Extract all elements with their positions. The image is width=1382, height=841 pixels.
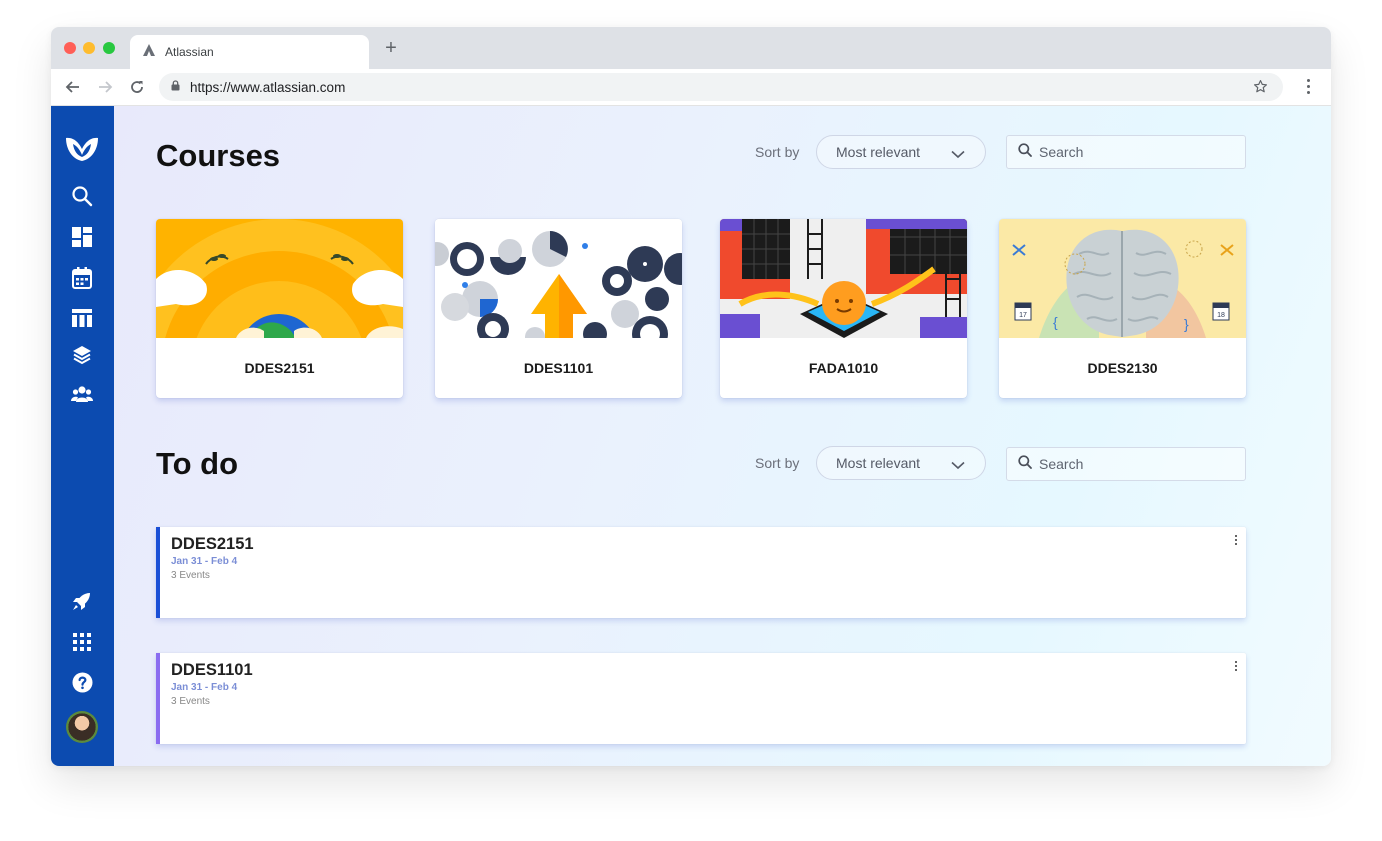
todo-item-title: DDES2151	[171, 535, 254, 553]
calendar-icon[interactable]	[70, 266, 94, 290]
layers-icon[interactable]	[70, 343, 94, 367]
courses-sort-select[interactable]: Most relevant	[816, 135, 986, 169]
course-code: DDES2130	[1087, 360, 1158, 376]
more-options-icon[interactable]	[1233, 661, 1239, 673]
search-icon	[1018, 454, 1032, 474]
courses-sort-value: Most relevant	[836, 144, 921, 160]
todo-item-events: 3 Events	[171, 696, 210, 707]
todo-item-dates: Jan 31 - Feb 4	[171, 682, 238, 693]
more-options-icon[interactable]	[1233, 535, 1239, 547]
courses-search-box[interactable]	[1006, 135, 1246, 169]
todo-item-events: 3 Events	[171, 570, 210, 581]
todo-accent-bar	[156, 653, 160, 744]
course-card[interactable]: FADA1010	[720, 219, 967, 398]
todo-sort-select[interactable]: Most relevant	[816, 446, 986, 480]
tab-title: Atlassian	[165, 45, 214, 59]
course-image	[435, 219, 682, 338]
courses-search-input[interactable]	[1039, 144, 1229, 160]
avatar[interactable]	[66, 711, 98, 743]
reload-icon[interactable]	[127, 77, 147, 97]
todo-search-box[interactable]	[1006, 447, 1246, 481]
rocket-icon[interactable]	[70, 589, 94, 613]
course-code: FADA1010	[808, 360, 879, 376]
tab-bar: Atlassian +	[51, 27, 1331, 69]
todo-item-dates: Jan 31 - Feb 4	[171, 556, 238, 567]
maximize-window-button[interactable]	[103, 42, 115, 54]
logo-icon[interactable]	[64, 135, 100, 163]
search-icon	[1018, 142, 1032, 162]
minimize-window-button[interactable]	[83, 42, 95, 54]
board-icon[interactable]	[70, 306, 94, 330]
browser-tab[interactable]: Atlassian	[130, 35, 369, 69]
help-icon[interactable]	[70, 670, 94, 694]
course-card[interactable]: 17 18 { } DDES2130	[999, 219, 1246, 398]
svg-text:17: 17	[1019, 312, 1027, 319]
atlassian-icon	[143, 43, 155, 61]
back-icon[interactable]	[63, 77, 83, 97]
todo-accent-bar	[156, 527, 160, 618]
course-card[interactable]: DDES2151	[156, 219, 403, 398]
course-image: 17 18 { }	[999, 219, 1246, 338]
todo-item-title: DDES1101	[171, 661, 253, 679]
course-image	[156, 219, 403, 338]
course-image	[720, 219, 967, 338]
chevron-down-icon	[951, 146, 965, 162]
svg-text:}: }	[1184, 316, 1189, 332]
course-code: DDES1101	[523, 360, 594, 376]
apps-grid-icon[interactable]	[70, 630, 94, 654]
people-icon[interactable]	[70, 382, 94, 406]
new-tab-button[interactable]: +	[381, 38, 401, 58]
svg-text:18: 18	[1217, 312, 1225, 319]
url-text: https://www.atlassian.com	[190, 79, 346, 95]
todo-item[interactable]: DDES2151 Jan 31 - Feb 4 3 Events	[156, 527, 1246, 618]
courses-title: Courses	[156, 138, 281, 173]
dashboard-icon[interactable]	[70, 225, 94, 249]
lock-icon	[171, 78, 180, 96]
close-window-button[interactable]	[64, 42, 76, 54]
courses-sort-label: Sort by	[755, 144, 800, 160]
browser-window: Atlassian + https://www.atlassian.com Co…	[51, 27, 1331, 766]
address-bar[interactable]: https://www.atlassian.com	[159, 73, 1283, 101]
search-icon[interactable]	[70, 184, 94, 208]
todo-sort-value: Most relevant	[836, 455, 921, 471]
course-card[interactable]: DDES1101	[435, 219, 682, 398]
todo-sort-label: Sort by	[755, 455, 800, 471]
menu-icon[interactable]	[1302, 79, 1314, 97]
todo-search-input[interactable]	[1039, 456, 1229, 472]
svg-text:{: {	[1053, 314, 1058, 330]
sidebar	[51, 106, 114, 766]
chevron-down-icon	[951, 457, 965, 473]
main-content: Courses Sort by Most relevant Search DDE…	[114, 106, 1331, 766]
browser-toolbar: https://www.atlassian.com	[51, 69, 1331, 106]
todo-item[interactable]: DDES1101 Jan 31 - Feb 4 3 Events	[156, 653, 1246, 744]
course-code: DDES2151	[244, 360, 315, 376]
star-icon[interactable]	[1253, 79, 1268, 99]
app: Courses Sort by Most relevant Search DDE…	[51, 106, 1331, 766]
todo-title: To do	[156, 446, 239, 481]
forward-icon[interactable]	[95, 77, 115, 97]
